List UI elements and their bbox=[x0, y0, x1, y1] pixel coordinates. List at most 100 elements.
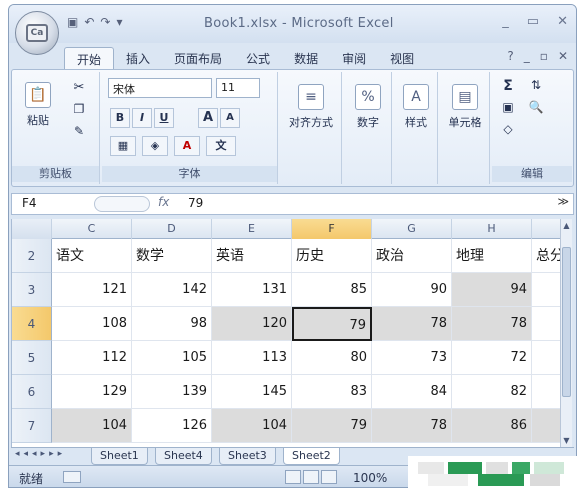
table-cell[interactable]: 104 bbox=[52, 409, 132, 443]
undo-icon[interactable]: ↶ bbox=[84, 15, 94, 29]
customize-qat-icon[interactable]: ▾ bbox=[116, 15, 122, 29]
tab-formulas[interactable]: 公式 bbox=[234, 47, 282, 69]
fill-color-icon[interactable]: ◈ bbox=[142, 136, 168, 156]
autosum-button[interactable]: Σ bbox=[498, 78, 518, 94]
insert-function-icon[interactable]: fx bbox=[158, 195, 169, 209]
table-cell[interactable]: 98 bbox=[132, 307, 212, 341]
name-box[interactable]: F4 bbox=[16, 196, 88, 212]
office-button[interactable]: Ca bbox=[15, 11, 59, 55]
row-header-5[interactable]: 5 bbox=[12, 341, 52, 375]
table-cell[interactable]: 83 bbox=[292, 375, 372, 409]
table-cell[interactable]: 73 bbox=[372, 341, 452, 375]
table-cell[interactable]: 数学 bbox=[132, 239, 212, 273]
close-button[interactable]: ✕ bbox=[557, 14, 568, 29]
tab-home[interactable]: 开始 bbox=[64, 47, 115, 69]
sheet-tab-sheet3[interactable]: Sheet3 bbox=[219, 448, 276, 465]
bold-button[interactable]: B bbox=[110, 108, 130, 128]
table-cell[interactable]: 82 bbox=[452, 375, 532, 409]
table-cell[interactable]: 112 bbox=[52, 341, 132, 375]
table-cell[interactable]: 142 bbox=[132, 273, 212, 307]
vertical-scrollbar[interactable]: ▲ ▼ bbox=[560, 219, 572, 447]
alignment-button[interactable]: ≡ 对齐方式 bbox=[284, 84, 338, 130]
table-cell[interactable]: 78 bbox=[452, 307, 532, 341]
column-header-c[interactable]: C bbox=[52, 219, 132, 239]
font-size-select[interactable]: 11 bbox=[216, 78, 260, 98]
borders-icon[interactable]: ▦ bbox=[110, 136, 136, 156]
macro-record-icon[interactable] bbox=[63, 471, 81, 483]
clear-icon[interactable]: ◇ bbox=[498, 122, 518, 136]
find-select-icon[interactable]: 🔍 bbox=[526, 100, 546, 114]
table-cell[interactable]: 90 bbox=[372, 273, 452, 307]
table-cell[interactable]: 129 bbox=[52, 375, 132, 409]
sort-filter-icon[interactable]: ⇅ bbox=[526, 78, 546, 92]
table-cell[interactable]: 78 bbox=[372, 409, 452, 443]
column-header-h[interactable]: H bbox=[452, 219, 532, 239]
table-cell[interactable]: 126 bbox=[132, 409, 212, 443]
table-cell[interactable]: 139 bbox=[132, 375, 212, 409]
cells-button[interactable]: ▤ 单元格 bbox=[444, 84, 486, 130]
minimize-button[interactable]: _ bbox=[502, 14, 509, 29]
normal-view-icon[interactable] bbox=[285, 470, 301, 484]
tab-insert[interactable]: 插入 bbox=[114, 47, 162, 69]
expand-formula-bar-icon[interactable]: ≫ bbox=[557, 195, 569, 208]
paste-button[interactable]: 📋 粘贴 bbox=[18, 82, 58, 128]
font-name-select[interactable]: 宋体 bbox=[108, 78, 212, 98]
row-header-7[interactable]: 7 bbox=[12, 409, 52, 443]
table-cell[interactable]: 历史 bbox=[292, 239, 372, 273]
grow-font-button[interactable]: A bbox=[198, 108, 218, 128]
table-cell[interactable]: 108 bbox=[52, 307, 132, 341]
fill-icon[interactable]: ▣ bbox=[498, 100, 518, 114]
table-cell[interactable]: 80 bbox=[292, 341, 372, 375]
sheet-tab-sheet1[interactable]: Sheet1 bbox=[91, 448, 148, 465]
column-header-d[interactable]: D bbox=[132, 219, 212, 239]
sheet-tab-sheet2[interactable]: Sheet2 bbox=[283, 448, 340, 465]
table-cell[interactable]: 英语 bbox=[212, 239, 292, 273]
table-cell[interactable]: 121 bbox=[52, 273, 132, 307]
italic-button[interactable]: I bbox=[132, 108, 152, 128]
table-cell[interactable]: 语文 bbox=[52, 239, 132, 273]
page-break-view-icon[interactable] bbox=[321, 470, 337, 484]
save-icon[interactable]: ▣ bbox=[67, 15, 78, 29]
row-header-3[interactable]: 3 bbox=[12, 273, 52, 307]
workbook-minimize-button[interactable]: _ bbox=[524, 49, 530, 63]
table-cell[interactable]: 85 bbox=[292, 273, 372, 307]
format-painter-icon[interactable]: ✎ bbox=[68, 124, 90, 138]
column-header-e[interactable]: E bbox=[212, 219, 292, 239]
page-layout-view-icon[interactable] bbox=[303, 470, 319, 484]
table-cell[interactable]: 113 bbox=[212, 341, 292, 375]
scroll-down-icon[interactable]: ▼ bbox=[561, 436, 572, 445]
maximize-button[interactable]: ▭ bbox=[527, 14, 539, 29]
column-header-f[interactable]: F bbox=[292, 219, 372, 239]
row-header-6[interactable]: 6 bbox=[12, 375, 52, 409]
zoom-level[interactable]: 100% bbox=[353, 471, 387, 485]
table-cell[interactable]: 104 bbox=[212, 409, 292, 443]
number-button[interactable]: % 数字 bbox=[348, 84, 388, 130]
tab-data[interactable]: 数据 bbox=[282, 47, 330, 69]
table-cell[interactable]: 84 bbox=[372, 375, 452, 409]
table-cell[interactable]: 131 bbox=[212, 273, 292, 307]
table-cell[interactable]: 105 bbox=[132, 341, 212, 375]
tab-review[interactable]: 审阅 bbox=[330, 47, 378, 69]
table-cell[interactable]: 145 bbox=[212, 375, 292, 409]
styles-button[interactable]: A 样式 bbox=[398, 84, 434, 130]
workbook-close-button[interactable]: ✕ bbox=[558, 49, 568, 63]
sheet-nav-icons[interactable]: ◂◂◂▸▸▸ bbox=[15, 449, 66, 459]
redo-icon[interactable]: ↷ bbox=[100, 15, 110, 29]
column-header-g[interactable]: G bbox=[372, 219, 452, 239]
row-header-2[interactable]: 2 bbox=[12, 239, 52, 273]
tab-view[interactable]: 视图 bbox=[378, 47, 426, 69]
scroll-thumb[interactable] bbox=[562, 247, 571, 397]
sheet-tab-sheet4[interactable]: Sheet4 bbox=[155, 448, 212, 465]
table-cell[interactable]: 120 bbox=[212, 307, 292, 341]
table-cell[interactable]: 政治 bbox=[372, 239, 452, 273]
table-cell[interactable]: 79 bbox=[292, 409, 372, 443]
scroll-up-icon[interactable]: ▲ bbox=[561, 221, 572, 230]
row-header-4[interactable]: 4 bbox=[12, 307, 52, 341]
phonetic-button[interactable]: 文 bbox=[206, 136, 236, 156]
active-cell[interactable]: 79 bbox=[292, 307, 372, 341]
font-color-icon[interactable]: A bbox=[174, 136, 200, 156]
cut-icon[interactable]: ✂ bbox=[68, 80, 90, 95]
copy-icon[interactable]: ❐ bbox=[68, 102, 90, 116]
select-all-corner[interactable] bbox=[12, 219, 52, 239]
table-cell[interactable]: 94 bbox=[452, 273, 532, 307]
